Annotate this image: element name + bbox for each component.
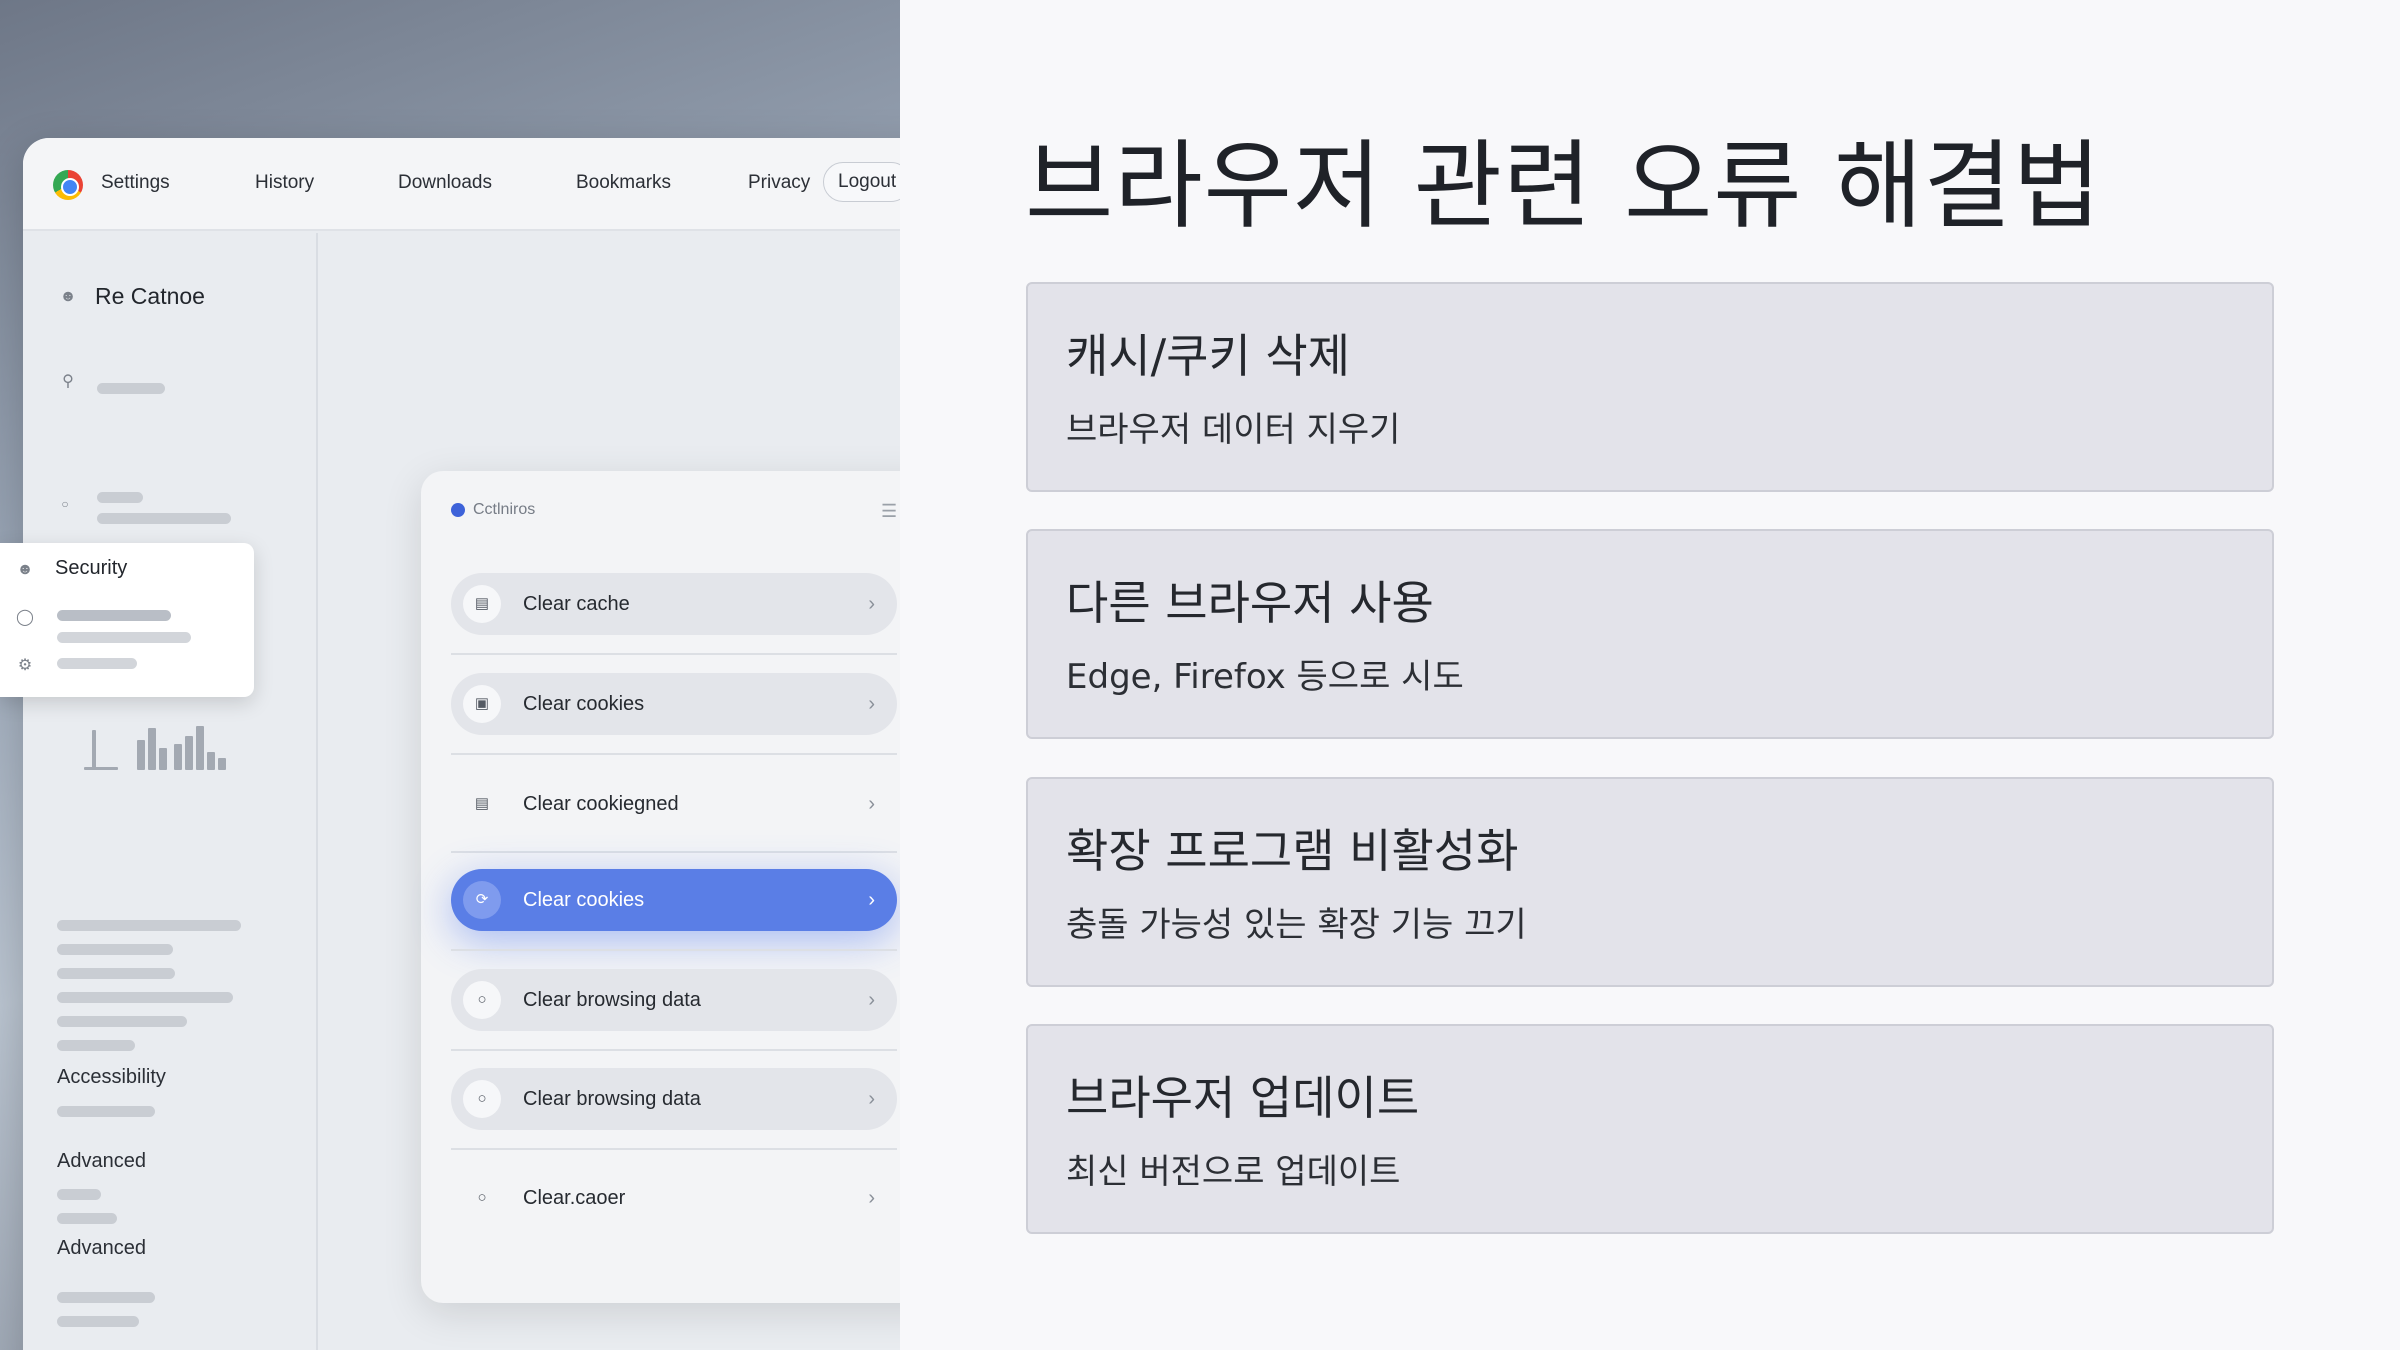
profile-row[interactable]: ☻ Re Catnoe (59, 283, 205, 310)
dialog-title: Cctlniros (473, 501, 536, 518)
option-label: Clear browsing data (523, 988, 701, 1011)
placeholder-bar (57, 610, 171, 621)
option-label: Clear cookiegned (523, 792, 679, 815)
chevron-right-icon: › (868, 692, 875, 715)
shield-icon: ◯ (16, 609, 34, 626)
user-icon: ☻ (59, 287, 77, 305)
chevron-right-icon: › (868, 592, 875, 615)
option-clear-cookies[interactable]: ▣ Clear cookies › (451, 673, 897, 735)
card-description: 충돌 가능성 있는 확장 기능 끄기 (1066, 905, 1527, 945)
browser-logo-icon (53, 170, 83, 200)
menu-icon[interactable]: ☰ (881, 501, 897, 522)
card-title: 확장 프로그램 비활성화 (1066, 824, 1519, 878)
cookie-icon: ▣ (463, 685, 501, 723)
placeholder-bar (57, 1040, 135, 1051)
placeholder-bar (97, 383, 165, 394)
placeholder-bar (57, 992, 233, 1003)
chevron-right-icon: › (868, 988, 875, 1011)
chevron-right-icon: › (868, 1186, 875, 1209)
card-title: 다른 브라우저 사용 (1066, 576, 1434, 630)
option-clear-browsing-data[interactable]: ○ Clear browsing data › (451, 969, 897, 1031)
nav-bookmarks[interactable]: Bookmarks (576, 172, 671, 194)
placeholder-bar (57, 944, 173, 955)
sidebar-item-advanced[interactable]: Advanced (57, 1150, 146, 1173)
circle-icon: ○ (463, 1080, 501, 1118)
sidebar-item-advanced-2[interactable]: Advanced (57, 1237, 146, 1260)
placeholder-bar (57, 1106, 155, 1117)
divider (451, 753, 897, 755)
placeholder-bar (97, 513, 231, 524)
refresh-icon: ⟳ (463, 881, 501, 919)
placeholder-bar (57, 968, 175, 979)
placeholder-bar (57, 920, 241, 931)
nav-settings[interactable]: Settings (101, 172, 170, 194)
nav-history[interactable]: History (255, 172, 314, 194)
solutions-panel: 브라우저 관련 오류 해결법 캐시/쿠키 삭제 브라우저 데이터 지우기 다른 … (900, 0, 2400, 1350)
security-card[interactable]: ☻ Security ◯ ⚙ (0, 543, 254, 697)
chevron-right-icon: › (868, 888, 875, 911)
storage-icon: ▤ (463, 585, 501, 623)
browser-mockup-panel: Settings History Downloads Bookmarks Pri… (0, 0, 900, 1350)
user-icon: ☻ (16, 561, 34, 578)
circle-icon: ○ (61, 497, 69, 511)
placeholder-bar (57, 1292, 155, 1303)
option-clear-browsing-data-2[interactable]: ○ Clear browsing data › (451, 1068, 897, 1130)
solution-card-disable-extensions: 확장 프로그램 비활성화 충돌 가능성 있는 확장 기능 끄기 (1026, 777, 2274, 987)
option-clear-cache[interactable]: ▤ Clear cache › (451, 573, 897, 635)
card-description: 브라우저 데이터 지우기 (1066, 410, 1401, 450)
divider (451, 1148, 897, 1150)
solution-card-update-browser: 브라우저 업데이트 최신 버전으로 업데이트 (1026, 1024, 2274, 1234)
logout-button[interactable]: Logout (823, 162, 900, 202)
option-label: Clear cache (523, 592, 630, 615)
card-description: 최신 버전으로 업데이트 (1066, 1152, 1401, 1192)
option-label: Clear cookies (523, 692, 645, 715)
placeholder-bar (57, 632, 191, 643)
option-clear-cookies-active[interactable]: ⟳ Clear cookies › (451, 869, 897, 931)
solution-card-other-browser: 다른 브라우저 사용 Edge, Firefox 등으로 시도 (1026, 529, 2274, 739)
sidebar-item-accessibility[interactable]: Accessibility (57, 1066, 166, 1089)
placeholder-bar (97, 492, 143, 503)
option-clear-cookiegned[interactable]: ▤ Clear cookiegned › (451, 773, 897, 835)
nav-privacy[interactable]: Privacy (748, 172, 810, 194)
divider (451, 851, 897, 853)
card-title: 캐시/쿠키 삭제 (1066, 329, 1351, 383)
option-clear-caoer[interactable]: ○ Clear.caoer › (451, 1167, 897, 1229)
divider (451, 949, 897, 951)
database-icon: ▤ (474, 795, 490, 812)
profile-name: Re Catnoe (95, 283, 205, 309)
option-label: Clear cookies (523, 888, 645, 911)
placeholder-bar (57, 658, 137, 669)
option-label: Clear browsing data (523, 1087, 701, 1110)
nav-downloads[interactable]: Downloads (398, 172, 492, 194)
gear-icon: ⚙ (17, 657, 33, 674)
placeholder-bar (57, 1016, 187, 1027)
circle-icon: ○ (477, 1189, 487, 1206)
placeholder-bar (57, 1213, 117, 1224)
dialog-header: Cctlniros (451, 501, 535, 519)
settings-sidebar: ☻ Re Catnoe ⚲ ○ Accessibility Advanced A… (23, 233, 318, 1350)
solution-card-cache-cookies: 캐시/쿠키 삭제 브라우저 데이터 지우기 (1026, 282, 2274, 492)
mini-chart-icon (82, 722, 242, 770)
chevron-right-icon: › (868, 792, 875, 815)
security-label: Security (55, 557, 128, 579)
card-title: 브라우저 업데이트 (1066, 1071, 1420, 1125)
top-nav: Settings History Downloads Bookmarks Pri… (23, 138, 900, 231)
search-user-icon: ⚲ (62, 373, 74, 390)
placeholder-bar (57, 1316, 139, 1327)
card-description: Edge, Firefox 등으로 시도 (1066, 657, 1464, 697)
option-label: Clear.caoer (523, 1186, 626, 1209)
circle-icon: ○ (463, 981, 501, 1019)
page-title: 브라우저 관련 오류 해결법 (1025, 130, 2103, 242)
placeholder-bar (57, 1189, 101, 1200)
divider (451, 1049, 897, 1051)
clear-data-dialog: Cctlniros ☰ ▤ Clear cache › ▣ Clear cook… (421, 471, 900, 1303)
chevron-right-icon: › (868, 1087, 875, 1110)
divider (451, 653, 897, 655)
dialog-status-dot (451, 503, 465, 517)
